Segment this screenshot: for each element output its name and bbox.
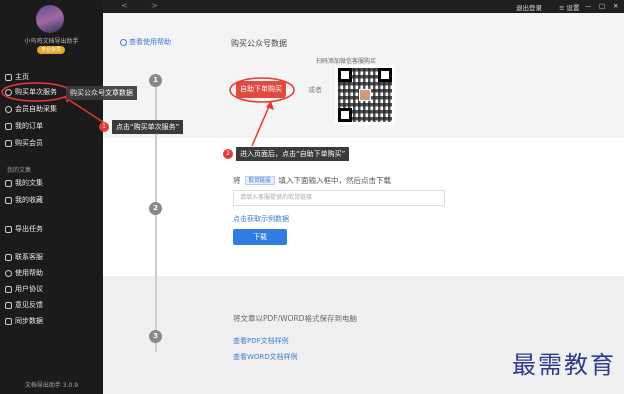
sidebar-item-label: 同步数据 (15, 317, 43, 325)
sidebar-item-contact[interactable]: 联系客服 (5, 252, 43, 262)
title-bar: < > 退出登录 ≡ 设置 — □ ✕ (103, 0, 624, 13)
step1-badge: 1 (99, 122, 109, 132)
or-text: 或者 (308, 86, 322, 94)
settings-button[interactable]: ≡ 设置 (559, 2, 580, 12)
sidebar-item-sync[interactable]: 同步数据 (5, 316, 43, 326)
sidebar-item-label: 会员自助采集 (15, 105, 57, 113)
step2-suffix: 填入下面输入框中，然后点击下载 (278, 176, 392, 185)
vip-badge: 专业会员 (37, 46, 66, 54)
export-icon (5, 225, 12, 233)
main-content: 查看使用帮助 1 2 3 购买公众号数据 自助下单购买 或者 扫码添加微信客服购… (103, 13, 624, 394)
settings-label: 设置 (566, 4, 580, 12)
pdf-sample-link[interactable]: 查看PDF文档样例 (233, 336, 289, 346)
maximize-button[interactable]: □ (599, 2, 605, 10)
step2-badge: 2 (223, 149, 233, 159)
close-button[interactable]: ✕ (613, 2, 618, 10)
help-circle-icon (120, 38, 127, 46)
star-icon (5, 196, 12, 204)
user-icon (5, 105, 12, 113)
doc-icon (5, 179, 12, 187)
order-icon (5, 122, 12, 130)
step-2-marker: 2 (149, 202, 162, 215)
sidebar-item-label: 联系客服 (15, 253, 43, 261)
help-icon (5, 269, 12, 277)
vip-icon (5, 139, 12, 147)
step-1-marker: 1 (149, 74, 162, 87)
step2-instruction: 将 取货链接 填入下面输入框中，然后点击下载 (233, 175, 391, 186)
sidebar-item-label: 购买单次服务 (15, 88, 57, 96)
sidebar: 小鸟鸡文档导出助手 专业会员 主页 购买单次服务 会员自助采集 我的订单 购买会… (0, 0, 103, 394)
sidebar-item-label: 购买会员 (15, 139, 43, 147)
sidebar-item-buy-vip[interactable]: 购买会员 (5, 138, 43, 148)
chat-icon (5, 253, 12, 261)
home-icon (5, 73, 12, 81)
qr-caption: 扫码添加微信客服购买 (316, 58, 377, 65)
avatar[interactable] (36, 5, 64, 33)
sidebar-item-favorites[interactable]: 我的收藏 (5, 195, 43, 205)
word-sample-link[interactable]: 查看WORD文档样例 (233, 352, 298, 362)
tooltip: 购买公众号文章数据 (66, 86, 137, 100)
sidebar-item-label: 主页 (15, 73, 29, 81)
sidebar-item-label: 导出任务 (15, 225, 43, 233)
step3-text: 将文章以PDF/WORD格式保存到电脑 (233, 314, 357, 323)
step2-annotation: 进入页面后，点击“自助下单购买” (236, 147, 350, 161)
app-title: 小鸟鸡文档导出助手 (24, 38, 79, 45)
sidebar-item-label: 意见反馈 (15, 301, 43, 309)
step2-prefix: 将 (233, 176, 241, 185)
example-data-link[interactable]: 点击获取示例数据 (233, 214, 289, 224)
sidebar-item-feedback[interactable]: 意见反馈 (5, 300, 43, 310)
sidebar-item-member-collect[interactable]: 会员自助采集 (5, 104, 57, 114)
sidebar-item-export-tasks[interactable]: 导出任务 (5, 224, 43, 234)
step1-title: 购买公众号数据 (231, 39, 287, 48)
sidebar-item-agreement[interactable]: 用户协议 (5, 284, 43, 294)
help-link[interactable]: 查看使用帮助 (120, 37, 171, 47)
qr-avatar (359, 89, 371, 101)
step2-panel (103, 138, 624, 276)
qr-code (335, 65, 395, 125)
sidebar-item-home[interactable]: 主页 (5, 72, 29, 82)
feedback-icon (5, 301, 12, 309)
sidebar-item-help[interactable]: 使用帮助 (5, 268, 43, 278)
sidebar-item-label: 我的收藏 (15, 196, 43, 204)
self-order-button[interactable]: 自助下单购买 (236, 81, 286, 98)
pickup-link-input[interactable]: 请填入客服提供的取货链接 (233, 190, 445, 206)
step-3-marker: 3 (149, 330, 162, 343)
version-label: 文档导出助手 3.0.9 (24, 382, 79, 389)
download-button[interactable]: 下载 (233, 229, 287, 245)
minimize-button[interactable]: — (585, 2, 592, 10)
sidebar-item-label: 用户协议 (15, 285, 43, 293)
sidebar-item-my-docs[interactable]: 我的文集 (5, 178, 43, 188)
watermark: 最需教育 (512, 351, 616, 379)
clock-icon (5, 88, 12, 96)
forward-button[interactable]: > (151, 1, 158, 10)
pickup-link-tag: 取货链接 (244, 176, 275, 185)
sidebar-item-label: 我的订单 (15, 122, 43, 130)
agreement-icon (5, 285, 12, 293)
step1-annotation: 点击“购买单次服务” (112, 120, 184, 134)
logout-button[interactable]: 退出登录 (516, 2, 542, 12)
sidebar-item-label: 我的文集 (15, 179, 43, 187)
section-label: 我的文集 (7, 167, 32, 174)
back-button[interactable]: < (121, 1, 128, 10)
help-link-label: 查看使用帮助 (129, 38, 171, 46)
sidebar-item-label: 使用帮助 (15, 269, 43, 277)
sync-icon (5, 317, 12, 325)
sidebar-item-orders[interactable]: 我的订单 (5, 121, 43, 131)
sidebar-item-buy-single[interactable]: 购买单次服务 (5, 87, 57, 97)
